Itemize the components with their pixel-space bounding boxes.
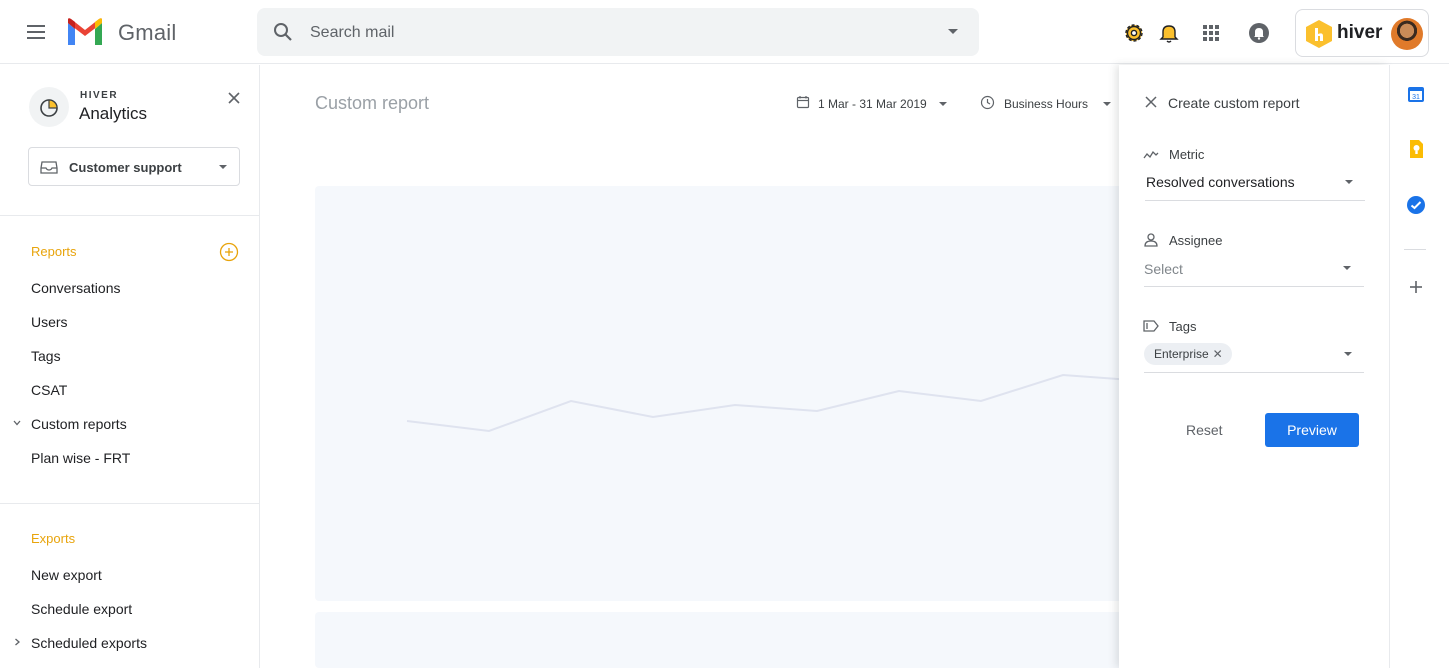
metric-select[interactable]: Resolved conversations [1145,169,1365,199]
gmail-logo-icon[interactable] [66,17,104,47]
apps-grid-icon[interactable] [1199,21,1223,45]
metric-trend-icon [1143,149,1159,161]
tags-label: Tags [1169,319,1197,334]
sidebar-title: Analytics [79,104,148,123]
sidebar-brand: HIVER [80,90,119,101]
report-chart-placeholder [315,186,1135,601]
search-options-icon[interactable] [948,29,958,34]
inbox-icon [40,159,58,175]
google-calendar-icon[interactable]: 31 [1406,84,1426,104]
remove-tag-icon[interactable]: ✕ [1213,343,1223,365]
reset-button[interactable]: Reset [1186,422,1223,438]
shared-inbox-name: Customer support [69,160,182,175]
svg-text:31: 31 [1412,94,1420,101]
chart-series-line [406,373,1135,433]
line-chart-skeleton [406,373,1135,433]
date-range-value: 1 Mar - 31 Mar 2019 [818,97,927,111]
sidebar-item-csat[interactable]: CSAT [31,382,67,398]
report-table-placeholder [315,612,1135,668]
sidebar-item-conversations[interactable]: Conversations [31,280,121,296]
page-title: Custom report [315,93,430,113]
sidebar-item-schedule-export[interactable]: Schedule export [31,601,132,617]
metric-label: Metric [1169,147,1205,162]
sidebar-item-plan-wise-frt[interactable]: Plan wise - FRT [31,450,130,466]
hiver-account-widget[interactable]: hiver [1295,9,1429,57]
chevron-down-icon [219,165,227,169]
sidebar-item-new-export[interactable]: New export [31,567,102,583]
chevron-down-icon [1345,180,1353,184]
user-avatar[interactable] [1391,18,1423,50]
sidebar-divider [0,503,259,504]
sidebar-item-users[interactable]: Users [31,314,68,330]
analytics-sidebar: HIVER Analytics Customer support Reports… [0,65,260,668]
sidebar-item-tags[interactable]: Tags [31,348,61,364]
sidebar-item-custom-reports[interactable]: Custom reports [31,416,127,432]
assignee-select[interactable]: Select [1144,255,1364,285]
gmail-topbar: Gmail Search mail hiver [0,0,1449,64]
metric-value: Resolved conversations [1146,174,1295,190]
close-panel-icon[interactable] [1144,95,1158,109]
search-icon[interactable] [271,20,295,44]
get-add-ons-plus-icon[interactable] [1406,277,1426,297]
preview-button[interactable]: Preview [1265,413,1359,447]
shared-inbox-selector[interactable]: Customer support [28,147,240,186]
expand-scheduled-exports-chevron-icon[interactable] [12,637,22,647]
panel-title: Create custom report [1168,95,1300,111]
hiver-settings-gear-icon[interactable] [1122,21,1146,45]
hiver-notifications-bell-icon[interactable] [1157,21,1181,45]
assignee-underline [1144,286,1364,287]
create-custom-report-panel: Create custom report Metric Resolved con… [1119,65,1389,668]
notifications-icon[interactable] [1247,21,1271,45]
chevron-down-icon [1343,266,1351,270]
hiver-logo-icon [1305,19,1333,49]
tag-icon [1143,320,1159,332]
hiver-brand-name: hiver [1337,22,1383,43]
assignee-label: Assignee [1169,233,1223,248]
chevron-down-icon [939,102,947,106]
business-hours-value: Business Hours [1004,97,1089,111]
metric-underline [1145,200,1365,201]
person-icon [1143,232,1159,248]
rail-divider [1404,249,1426,250]
search-input[interactable]: Search mail [310,24,394,42]
chevron-down-icon [1103,102,1111,106]
assignee-placeholder: Select [1144,261,1183,277]
search-bar[interactable]: Search mail [257,8,979,56]
gmail-wordmark[interactable]: Gmail [118,20,176,46]
calendar-icon [796,95,810,109]
tag-chip-enterprise[interactable]: Enterprise ✕ [1144,343,1232,365]
main-menu-icon[interactable] [22,20,52,44]
tag-chip-label: Enterprise [1154,347,1209,361]
gmail-side-rail: 31 [1389,65,1449,668]
sidebar-divider [0,215,259,216]
reports-section-title: Reports [31,244,77,259]
add-report-icon[interactable] [219,242,239,262]
google-tasks-icon[interactable] [1406,195,1426,215]
tags-underline [1144,372,1364,373]
tags-dropdown-chevron-icon[interactable] [1344,352,1352,356]
google-keep-icon[interactable] [1406,139,1426,159]
exports-section-title: Exports [31,531,76,546]
clock-icon [980,95,995,110]
sidebar-item-scheduled-exports[interactable]: Scheduled exports [31,635,147,651]
close-analytics-icon[interactable] [226,90,242,106]
analytics-pie-icon [29,87,69,127]
expand-custom-reports-chevron-icon[interactable] [12,418,22,428]
